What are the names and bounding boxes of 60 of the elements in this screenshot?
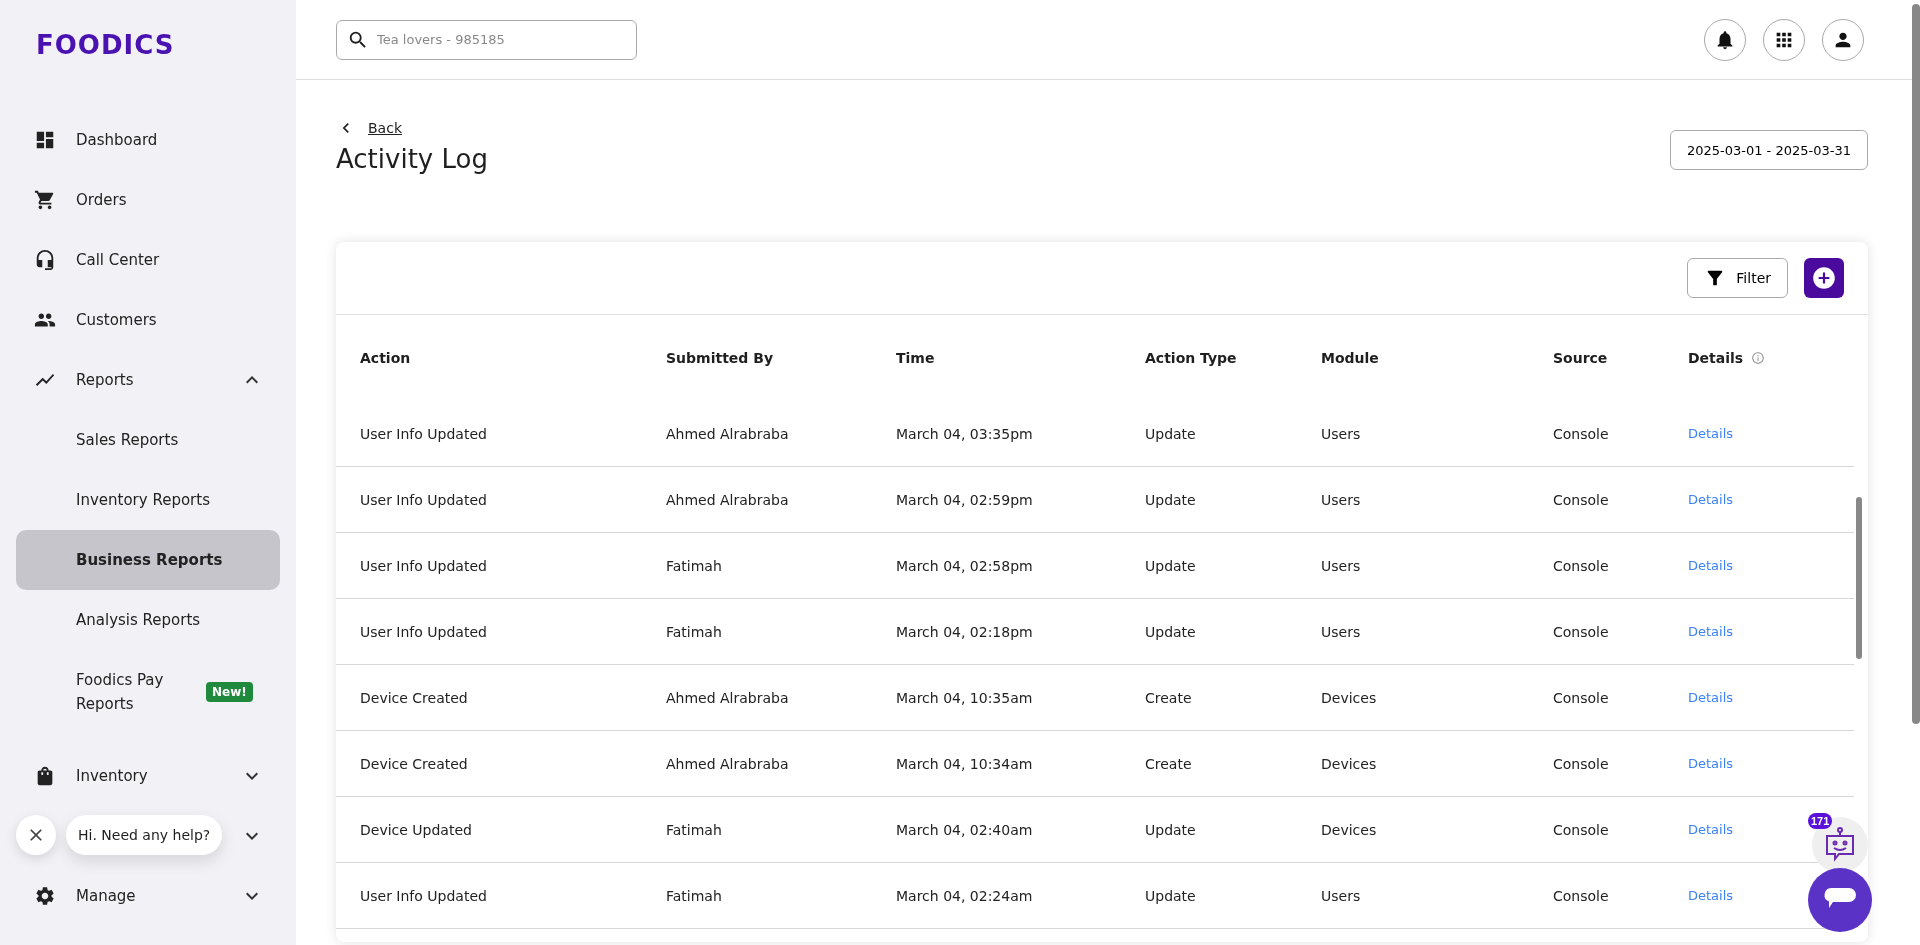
table-cell-text: Ahmed Alrabraba	[666, 491, 790, 508]
table-cell-text: Ahmed Alrabraba	[666, 755, 790, 772]
table-cell-text: Console	[1553, 491, 1610, 508]
table-cell-text: Users	[1321, 887, 1362, 904]
table-cell-text: Users	[1321, 557, 1362, 574]
table-cell-text: March 04, 02:40am	[896, 821, 1034, 838]
table-cell-text: User Info Updated	[360, 623, 488, 640]
table-cell-text: Console	[1553, 755, 1610, 772]
table-cell-text: Update	[1145, 821, 1197, 838]
table-cell-text: User Info Updated	[360, 557, 488, 574]
table-cell-text: Device Created	[360, 755, 469, 772]
column-header: Action Type	[1145, 350, 1237, 366]
table-cell-text: Console	[1553, 689, 1610, 706]
column-header: Module	[1321, 350, 1379, 366]
column-header: Submitted By	[666, 350, 774, 366]
table-cell-text: Users	[1321, 623, 1362, 640]
table-cell-text: Update	[1145, 557, 1197, 574]
table-cell-text: Console	[1553, 557, 1610, 574]
column-header: Details	[1688, 350, 1744, 366]
table-cell-text: Fatimah	[666, 623, 723, 640]
table-cell-text: Users	[1321, 491, 1362, 508]
table-cell-text: Ahmed Alrabraba	[666, 425, 790, 442]
table-cell-text: Create	[1145, 689, 1193, 706]
table-cell-text: March 04, 02:59pm	[896, 491, 1034, 508]
logo: FOODICS	[35, 30, 176, 62]
table-cell-text: Update	[1145, 425, 1197, 442]
column-header: Action	[360, 350, 411, 366]
table-cell-text: March 04, 02:18pm	[896, 623, 1034, 640]
table-cell-text: Console	[1553, 821, 1610, 838]
table-cell-text: Console	[1553, 887, 1610, 904]
table-cell-text: User Info Updated	[360, 425, 488, 442]
table-cell-text: Console	[1553, 623, 1610, 640]
table-cell-text: March 04, 10:34am	[896, 755, 1034, 772]
table-cell-text: Create	[1145, 755, 1193, 772]
table-cell-text: March 04, 02:24am	[896, 887, 1034, 904]
table-cell-text: Device Created	[360, 689, 469, 706]
table-cell-text: Update	[1145, 887, 1197, 904]
column-header: Source	[1553, 350, 1608, 366]
table-cell-text: Fatimah	[666, 557, 723, 574]
table-cell-text: Device Updated	[360, 821, 473, 838]
table-cell-text: Fatimah	[666, 821, 723, 838]
table-cell-text: March 04, 03:35pm	[896, 425, 1034, 442]
help-tooltip: Hi. Need any help?	[66, 815, 223, 855]
column-header: Time	[896, 350, 935, 366]
table-cell-text: Console	[1553, 425, 1610, 442]
count-badge: 171	[1808, 813, 1833, 829]
table-cell-text: User Info Updated	[360, 491, 488, 508]
table-cell-text: Ahmed Alrabraba	[666, 689, 790, 706]
new-badge: New!	[206, 682, 253, 702]
table-cell-text: Devices	[1321, 755, 1378, 772]
table-cell-text: Users	[1321, 425, 1362, 442]
table-cell-text: March 04, 02:58pm	[896, 557, 1034, 574]
table-cell-text: User Info Updated	[360, 887, 488, 904]
table-cell-text: Devices	[1321, 821, 1378, 838]
table-cell-text: Update	[1145, 623, 1197, 640]
table-cell-text: Devices	[1321, 689, 1378, 706]
table-cell-text: March 04, 10:35am	[896, 689, 1034, 706]
table-cell-text: Fatimah	[666, 887, 723, 904]
page-title: Activity Log	[336, 144, 488, 174]
table-cell-text: Update	[1145, 491, 1197, 508]
